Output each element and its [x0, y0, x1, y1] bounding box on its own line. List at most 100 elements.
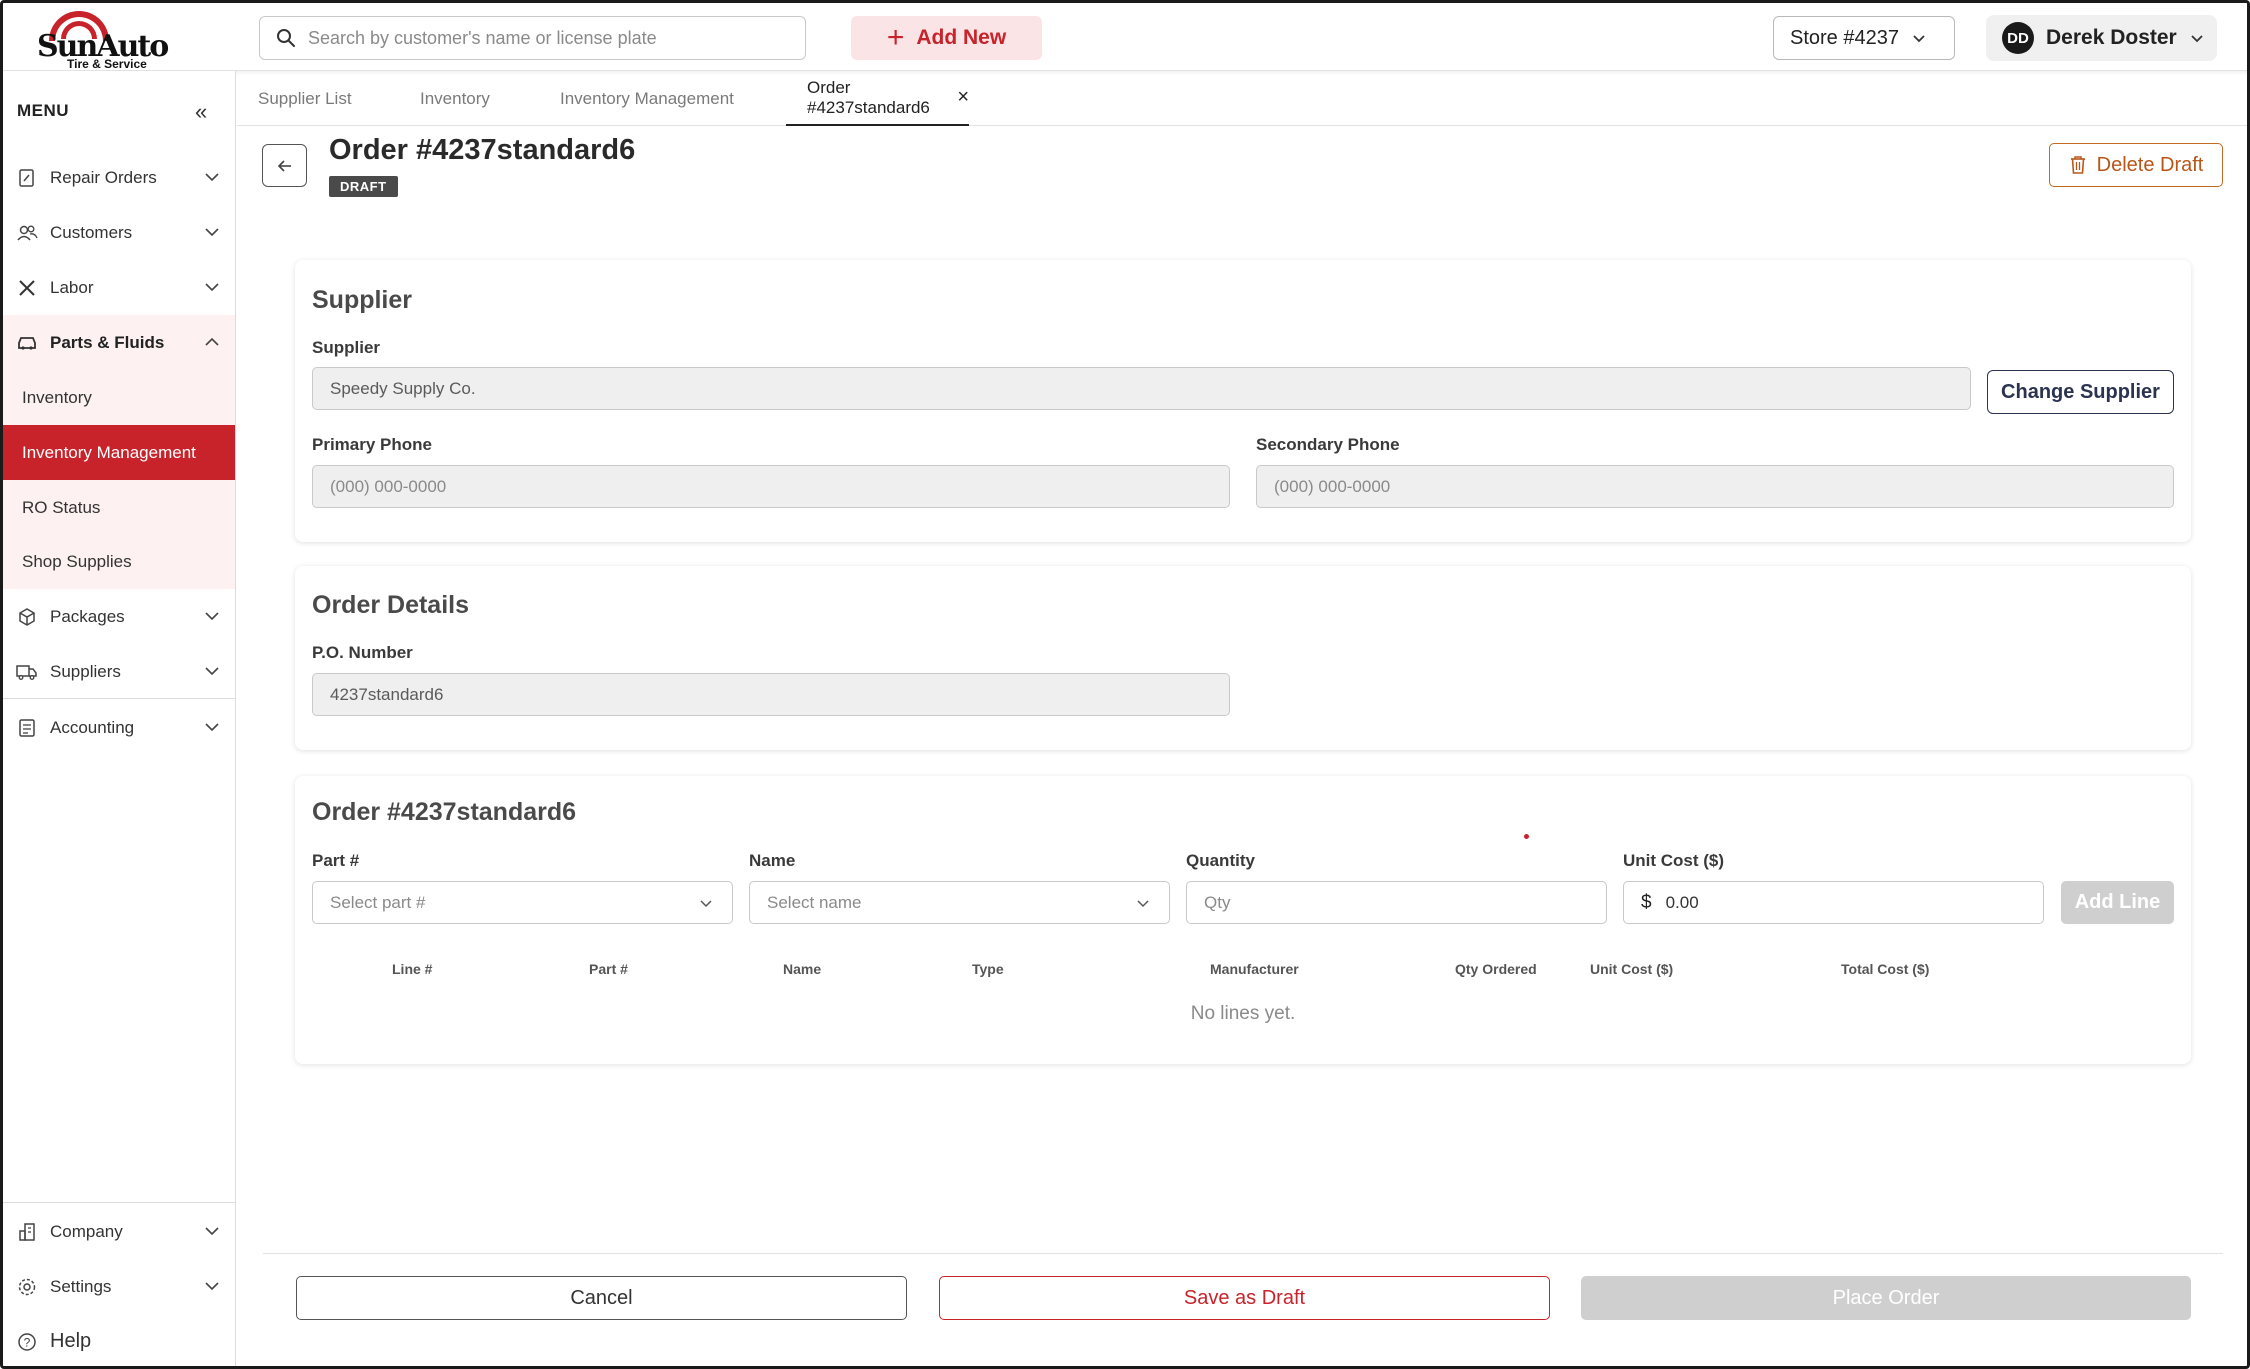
add-new-button[interactable]: + Add New	[851, 16, 1042, 60]
sidebar-item-customers[interactable]: Customers	[3, 205, 235, 260]
sidebar-item-company[interactable]: Company	[3, 1204, 235, 1259]
top-header: SunAuto Tire & Service + Add New Store #…	[3, 3, 2247, 71]
po-number-label: P.O. Number	[312, 643, 413, 662]
avatar: DD	[2002, 22, 2034, 54]
chevron-down-icon	[205, 283, 219, 292]
arrow-left-icon	[277, 159, 291, 172]
column-header-qty-ordered: Qty Ordered	[1455, 961, 1537, 977]
place-order-button[interactable]: Place Order	[1581, 1276, 2191, 1320]
column-header-part: Part #	[589, 961, 628, 977]
search-box[interactable]	[259, 16, 806, 60]
column-header-unit-cost: Unit Cost ($)	[1590, 961, 1674, 977]
unit-cost-input[interactable]: $ 0.00	[1623, 881, 2044, 924]
user-menu[interactable]: DD Derek Doster	[1986, 15, 2217, 61]
column-header-type: Type	[972, 961, 1004, 977]
help-icon: ?	[16, 1331, 38, 1353]
plus-icon: +	[886, 21, 905, 54]
supplier-field: Speedy Supply Co.	[312, 367, 1971, 410]
primary-phone-field: (000) 000-0000	[312, 465, 1230, 508]
save-draft-button[interactable]: Save as Draft	[939, 1276, 1550, 1320]
change-supplier-button[interactable]: Change Supplier	[1987, 370, 2174, 414]
sidebar-item-accounting[interactable]: Accounting	[3, 700, 235, 755]
sidebar-item-suppliers[interactable]: Suppliers	[3, 644, 235, 699]
status-badge: DRAFT	[329, 176, 398, 197]
chevron-down-icon	[205, 612, 219, 621]
gear-icon	[16, 1276, 38, 1298]
supplier-card: Supplier Supplier Speedy Supply Co. Chan…	[295, 260, 2191, 542]
delete-draft-button[interactable]: Delete Draft	[2049, 143, 2223, 187]
section-title: Supplier	[312, 286, 413, 314]
po-number-field: 4237standard6	[312, 673, 1230, 716]
footer-divider	[263, 1253, 2223, 1254]
section-title: Order #4237standard6	[312, 798, 577, 826]
car-icon	[16, 332, 38, 354]
chevron-down-icon	[1913, 35, 1925, 43]
order-lines-card: Order #4237standard6 Part # Select part …	[295, 776, 2191, 1064]
sunauto-logo[interactable]: SunAuto Tire & Service	[37, 9, 169, 71]
unit-cost-label: Unit Cost ($)	[1623, 851, 1725, 870]
tab-inventory-management[interactable]: Inventory Management	[560, 71, 734, 126]
chevron-down-icon	[2191, 35, 2203, 43]
primary-phone-label: Primary Phone	[312, 435, 432, 454]
cancel-button[interactable]: Cancel	[296, 1276, 907, 1320]
empty-state-message: No lines yet.	[1190, 1003, 1296, 1024]
chevron-down-icon	[205, 228, 219, 237]
sidebar-item-settings[interactable]: Settings	[3, 1259, 235, 1314]
truck-icon	[16, 661, 38, 683]
back-button[interactable]	[262, 144, 307, 187]
app-window: SunAuto Tire & Service + Add New Store #…	[0, 0, 2250, 1369]
package-icon	[16, 606, 38, 628]
column-header-name: Name	[783, 961, 822, 977]
chevron-down-icon	[1137, 900, 1149, 908]
close-icon[interactable]: ×	[957, 86, 969, 109]
collapse-sidebar-icon[interactable]: «	[195, 99, 207, 125]
menu-heading: MENU	[17, 101, 70, 120]
chevron-down-icon	[205, 723, 219, 732]
sidebar-item-repair-orders[interactable]: Repair Orders	[3, 150, 235, 205]
sidebar-subitem-ro-status[interactable]: RO Status	[3, 480, 235, 535]
sidebar-divider	[3, 698, 235, 699]
add-line-button[interactable]: Add Line	[2061, 881, 2174, 924]
tab-inventory[interactable]: Inventory	[420, 71, 490, 126]
currency-symbol: $	[1641, 891, 1652, 913]
section-title: Order Details	[312, 591, 470, 619]
customers-icon	[16, 222, 38, 244]
order-details-card: Order Details P.O. Number 4237standard6	[295, 566, 2191, 750]
tab-order[interactable]: Order #4237standard6 ×	[786, 71, 969, 126]
sidebar-subitem-shop-supplies[interactable]: Shop Supplies	[3, 534, 235, 589]
ledger-icon	[16, 717, 38, 739]
sidebar: MENU « Repair Orders Customers Labor Par…	[3, 71, 236, 1366]
column-header-manufacturer: Manufacturer	[1210, 961, 1299, 977]
sidebar-subitem-inventory-management[interactable]: Inventory Management	[3, 425, 235, 480]
tab-bar: Supplier List Inventory Inventory Manage…	[237, 71, 2247, 126]
tools-icon	[16, 277, 38, 299]
secondary-phone-field: (000) 000-0000	[1256, 465, 2174, 508]
column-header-total-cost: Total Cost ($)	[1841, 961, 1930, 977]
sidebar-subitem-inventory[interactable]: Inventory	[3, 370, 235, 425]
quantity-label: Quantity	[1186, 851, 1255, 870]
sidebar-item-labor[interactable]: Labor	[3, 260, 235, 315]
search-input[interactable]	[308, 17, 788, 59]
search-icon	[277, 29, 295, 47]
sidebar-item-parts-fluids[interactable]: Parts & Fluids	[3, 315, 235, 370]
supplier-label: Supplier	[312, 338, 381, 357]
chevron-down-icon	[205, 1282, 219, 1291]
chevron-up-icon	[205, 337, 219, 346]
chevron-down-icon	[205, 667, 219, 676]
name-select[interactable]: Select name	[749, 881, 1170, 924]
column-header-line: Line #	[392, 961, 433, 977]
quantity-input[interactable]: Qty	[1186, 881, 1607, 924]
tab-supplier-list[interactable]: Supplier List	[258, 71, 352, 126]
building-icon	[16, 1221, 38, 1243]
sidebar-item-packages[interactable]: Packages	[3, 589, 235, 644]
chevron-down-icon	[205, 1227, 219, 1236]
svg-text:?: ?	[24, 1335, 31, 1349]
part-number-select[interactable]: Select part #	[312, 881, 733, 924]
sidebar-item-help[interactable]: ? Help	[3, 1314, 235, 1366]
name-label: Name	[749, 851, 796, 870]
store-selector[interactable]: Store #4237	[1773, 16, 1955, 60]
sidebar-divider	[3, 1202, 235, 1203]
trash-icon	[2070, 156, 2085, 174]
indicator-dot	[1524, 834, 1529, 839]
part-number-label: Part #	[312, 851, 360, 870]
